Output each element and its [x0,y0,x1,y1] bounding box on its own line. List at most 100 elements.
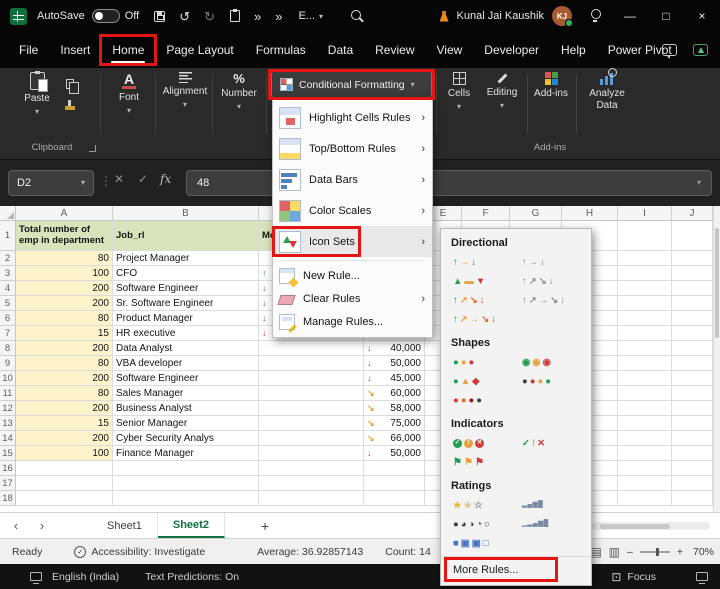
row-header-17[interactable]: 17 [0,476,16,491]
close-button[interactable]: × [684,0,720,32]
select-all-corner[interactable] [0,206,16,221]
cell-I14[interactable] [618,431,672,446]
cell-A9[interactable]: 80 [16,356,113,371]
cell-J11[interactable] [672,386,713,401]
cell-J6[interactable] [672,311,713,326]
cell-I3[interactable] [618,266,672,281]
font-group-button[interactable]: A Font ▾ [106,68,152,115]
cell-A10[interactable]: 200 [16,371,113,386]
cell-B2[interactable]: Project Manager [113,251,259,266]
toolbar-overflow-icon[interactable]: » [254,10,261,23]
cancel-entry-icon[interactable]: ✕ [114,172,124,186]
autosave-toggle[interactable] [91,9,120,23]
cell-A3[interactable]: 100 [16,266,113,281]
icon-set-option-3-stars[interactable]: ★ ★ ☆ [447,497,514,514]
cell-I11[interactable] [618,386,672,401]
column-header-J[interactable]: J [672,206,713,221]
cell-J14[interactable] [672,431,713,446]
icon-set-option-4-traffic-lights[interactable]: ● ● ● ● [516,373,583,390]
cell-J2[interactable] [672,251,713,266]
cell-A14[interactable]: 200 [16,431,113,446]
avatar[interactable]: KJ [552,6,573,27]
cell-C14[interactable] [259,431,364,446]
analyze-data-button[interactable]: Analyze Data [580,68,634,111]
cell-I7[interactable] [618,326,672,341]
zoom-in-button[interactable]: + [677,546,683,558]
cell-I4[interactable] [618,281,672,296]
vertical-scrollbar[interactable] [713,206,720,512]
row-header-4[interactable]: 4 [0,281,16,296]
cell-C8[interactable] [259,341,364,356]
row-header-3[interactable]: 3 [0,266,16,281]
insert-function-icon[interactable]: fx [160,172,171,186]
cell-D18[interactable] [364,491,425,506]
row-header-6[interactable]: 6 [0,311,16,326]
cell-I2[interactable] [618,251,672,266]
number-group-button[interactable]: % Number ▾ [215,68,263,111]
cell-A2[interactable]: 80 [16,251,113,266]
excel-logo-icon[interactable] [10,7,27,25]
format-painter-button[interactable] [60,100,80,116]
editing-group-button[interactable]: Editing ▾ [480,68,524,110]
cell-B18[interactable] [113,491,259,506]
cell-J7[interactable] [672,326,713,341]
cell-D16[interactable] [364,461,425,476]
formula-input[interactable]: 48 ▾ [186,170,712,196]
row-header-9[interactable]: 9 [0,356,16,371]
cell-B15[interactable]: Finance Manager [113,446,259,461]
cell-A5[interactable]: 200 [16,296,113,311]
conditional-formatting-button[interactable]: Conditional Formatting ▾ [268,69,435,100]
sheet-tab-sheet2[interactable]: Sheet2 [157,513,225,538]
menu-tab-view[interactable]: View [426,32,474,68]
promo-flask-icon[interactable] [439,10,449,22]
icon-set-option-3-signs[interactable]: ● ▲ ◆ [447,373,514,390]
cell-J18[interactable] [672,491,713,506]
icon-set-option-3-arrows-colored[interactable]: ↑ → ↓ [447,254,514,271]
cell-D9[interactable]: ↓ 50,000 [364,356,425,371]
cell-A7[interactable]: 15 [16,326,113,341]
cell-A12[interactable]: 200 [16,401,113,416]
text-predictions-label[interactable]: Text Predictions: On [145,571,239,583]
cell-J15[interactable] [672,446,713,461]
zoom-slider-thumb[interactable] [656,547,660,556]
row-header-14[interactable]: 14 [0,431,16,446]
cell-C11[interactable] [259,386,364,401]
cells-group-button[interactable]: Cells ▾ [440,68,478,111]
icon-set-option-3-traffic-lights-unrimmed[interactable]: ● ● ● [447,354,514,371]
row-header-12[interactable]: 12 [0,401,16,416]
cell-D11[interactable]: ↘ 60,000 [364,386,425,401]
paste-button[interactable]: Paste ▾ [16,68,58,116]
cell-A6[interactable]: 80 [16,311,113,326]
cell-C9[interactable] [259,356,364,371]
drag-handle-icon[interactable]: ⋮ [100,174,112,188]
user-name[interactable]: Kunal Jai Kaushik [457,10,544,22]
icon-set-option-5-boxes[interactable]: ■ ▣ ▣ □ [447,535,514,552]
cell-D17[interactable] [364,476,425,491]
menu-tab-insert[interactable]: Insert [49,32,101,68]
cell-B7[interactable]: HR executive [113,326,259,341]
cell-I6[interactable] [618,311,672,326]
cell-B17[interactable] [113,476,259,491]
menu-tab-formulas[interactable]: Formulas [245,32,317,68]
comments-icon[interactable] [662,44,677,59]
cell-C16[interactable] [259,461,364,476]
search-icon[interactable] [351,9,364,23]
maximize-button[interactable]: □ [648,0,684,32]
column-header-B[interactable]: B [113,206,259,221]
cell-D12[interactable]: ↘ 58,000 [364,401,425,416]
cell-J8[interactable] [672,341,713,356]
focus-button[interactable]: Focus [627,571,656,583]
cell-J12[interactable] [672,401,713,416]
cell-I17[interactable] [618,476,672,491]
icon-set-option-4-arrows-gray[interactable]: ↑ ↗ ↘ ↓ [516,273,583,290]
cell-B1[interactable]: Job_rl [113,221,259,251]
cell-J13[interactable] [672,416,713,431]
menu-item-icon-sets[interactable]: Icon Sets › [272,226,432,257]
cell-J5[interactable] [672,296,713,311]
zoom-level[interactable]: 70% [690,546,714,558]
icon-set-option-4-ratings[interactable]: ▂▄▆█ [516,497,583,514]
icon-set-option-red-to-black[interactable]: ● ● ● ● [447,392,514,409]
cell-B3[interactable]: CFO [113,266,259,281]
cell-D13[interactable]: ↘ 75,000 [364,416,425,431]
document-title[interactable]: E... ▾ [298,10,323,22]
